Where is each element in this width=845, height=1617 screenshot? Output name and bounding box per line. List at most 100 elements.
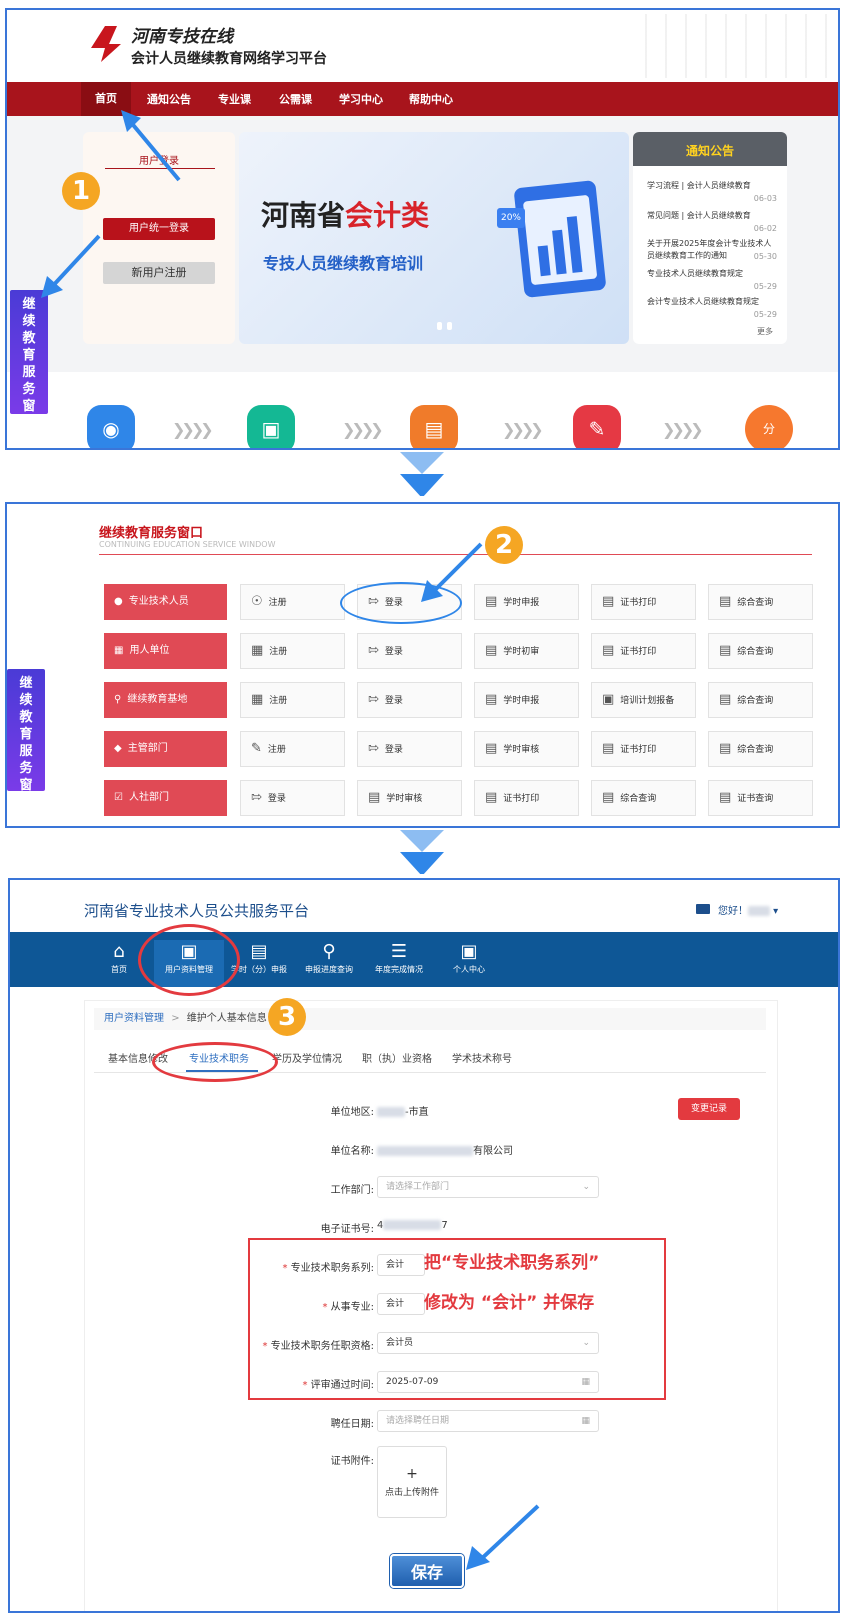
breadcrumb: 用户资料管理 > 维护个人基本信息 [94,1008,766,1030]
tab-qualification[interactable]: 职（执）业资格 [362,1050,432,1065]
nav-professional[interactable]: 专业课 [218,91,251,107]
cell-hours-audit[interactable]: ▤ 学时审核 [474,731,579,767]
chevron-down-icon: ⌄ [582,1182,590,1192]
unified-login-button[interactable]: 用户统一登录 [103,218,215,240]
cell-print-certificate[interactable]: ▤ 证书打印 [591,731,696,767]
notice-item[interactable]: 常见问题 | 会计人员继续教育 [647,210,782,222]
calligraphy-decoration [627,14,832,78]
upload-attachment-box[interactable]: + 点击上传附件 [377,1446,447,1518]
building-icon: ▦ [114,645,124,656]
cell-login[interactable]: ⇰ 登录 [240,780,345,816]
cell-register[interactable]: ▦ 注册 [240,633,345,669]
edit-icon: ✎ [251,741,262,756]
logo-title: 河南专技在线 [131,27,233,47]
notice-item[interactable]: 会计专业技术人员继续教育规定 [647,296,782,308]
cell-general-query[interactable]: ▤ 综合查询 [708,633,813,669]
cell-register[interactable]: ☉ 注册 [240,584,345,620]
book-icon[interactable]: ▤ [410,405,458,448]
field-label-certificate-number: 电子证书号: [320,1224,374,1235]
greeting[interactable]: 您好！ ▾ [718,902,778,917]
row-label-education-base[interactable]: ⚲ 继续教育基地 [104,682,227,718]
cell-login[interactable]: ⇰ 登录 [357,682,462,718]
callout-text-line1: 把“专业技术职务系列” [424,1253,600,1273]
user-icon[interactable]: ◉ [87,405,135,448]
cell-hours-audit[interactable]: ▤ 学时审核 [357,780,462,816]
row-label-authority[interactable]: ◆ 主管部门 [104,731,227,767]
cell-general-query[interactable]: ▤ 综合查询 [708,731,813,767]
tab-academic-title[interactable]: 学术技术称号 [452,1050,512,1065]
profile-nav: ⌂ 首页 ▣ 用户资料管理 ▤ 学时（分）申报 ⚲ 申报进度查询 ☰ 年度完成情况 ▣ 个人… [10,932,838,987]
panel-user-profile: 河南省专业技术人员公共服务平台 您好！ ▾ ⌂ 首页 ▣ 用户资料管理 ▤ 学时（分）… [8,878,840,1613]
notice-item[interactable]: 专业技术人员继续教育规定 [647,268,782,280]
notice-card: 通知公告 学习流程 | 会计人员继续教育 06-03 常见问题 | 会计人员继续… [633,132,787,344]
cell-training-plan[interactable]: ▣ 培训计划报备 [591,682,696,718]
department-select[interactable]: 请选择工作部门 ⌄ [377,1176,599,1198]
checklist-icon: ▤ [485,643,498,658]
audit-icon: ▤ [368,790,381,805]
site-logo[interactable] [87,24,123,64]
cell-general-query[interactable]: ▤ 综合查询 [591,780,696,816]
chevrons-icon: ❯❯❯❯ [502,420,544,439]
cell-label: 综合查询 [737,647,774,657]
service-window-side-tab[interactable]: 继续教育服务窗口 [7,669,45,810]
search-document-icon: ▤ [602,790,615,805]
cell-hours-report[interactable]: ▤ 学时申报 [474,682,579,718]
row-label-employer[interactable]: ▦ 用人单位 [104,633,227,669]
row-label-hr-department[interactable]: ☑ 人社部门 [104,780,227,816]
chart-clipboard-illustration [513,180,607,298]
diamond-icon: ◆ [114,743,122,754]
nav-personal-center[interactable]: ▣ 个人中心 [434,940,504,975]
cell-register[interactable]: ✎ 注册 [240,731,345,767]
nav-progress-query[interactable]: ⚲ 申报进度查询 [294,940,364,975]
appointment-date-picker[interactable]: 请选择聘任日期 ▦ [377,1410,599,1432]
side-tab-label: 继续教育服务窗口 [19,676,33,810]
monitor-icon[interactable]: ▣ [247,405,295,448]
cell-label: 证书打印 [620,745,657,755]
certificate-icon: ▤ [602,643,615,658]
cell-print-certificate[interactable]: ▤ 证书打印 [591,584,696,620]
change-record-button[interactable]: 变更记录 [678,1098,740,1120]
nav-notices[interactable]: 通知公告 [147,91,191,107]
banner-dot[interactable] [447,322,452,330]
mail-icon[interactable] [696,904,710,914]
nav-annual-completion[interactable]: ☰ 年度完成情况 [364,940,434,975]
banner-headline-b: 会计类 [345,199,430,232]
service-window-side-tab[interactable]: 继续教育服务窗口 [10,290,48,431]
certificate-icon[interactable]: ✎ [573,405,621,448]
banner-subline: 专技人员继续教育培训 [263,254,424,273]
notice-date: 05-29 [753,282,777,291]
cell-label: 登录 [384,745,403,755]
cell-print-certificate[interactable]: ▤ 证书打印 [591,633,696,669]
cell-hours-report[interactable]: ▤ 学时申报 [474,584,579,620]
cert-suffix: 7 [441,1220,448,1231]
row-label-text: 人社部门 [128,792,169,803]
cell-label: 注册 [268,598,287,608]
tab-education[interactable]: 学历及学位情况 [272,1050,342,1065]
clipboard-icon: ▤ [719,790,732,805]
breadcrumb-link[interactable]: 用户资料管理 [104,1013,164,1024]
search-icon: ⚲ [114,694,122,705]
save-button[interactable]: 保存 [390,1554,464,1588]
callout-text-line2: 修改为 “会计” 并保存 [424,1293,595,1313]
cell-general-query[interactable]: ▤ 综合查询 [708,682,813,718]
notice-more-link[interactable]: 更多 [757,326,773,337]
cell-print-certificate[interactable]: ▤ 证书打印 [474,780,579,816]
cell-login[interactable]: ⇰ 登录 [357,731,462,767]
banner[interactable]: 河南省会计类 专技人员继续教育培训 20% [239,132,629,344]
banner-dot[interactable] [437,322,442,330]
cell-hours-initial-review[interactable]: ▤ 学时初审 [474,633,579,669]
nav-public-courses[interactable]: 公需课 [279,91,312,107]
cell-certificate-query[interactable]: ▤ 证书查询 [708,780,813,816]
field-label-unit-region: 单位地区: [330,1107,374,1118]
nav-label: 年度完成情况 [375,965,423,974]
nav-learning-center[interactable]: 学习中心 [339,91,383,107]
service-window-subtitle: CONTINUING EDUCATION SERVICE WINDOW [99,540,276,549]
cell-general-query[interactable]: ▤ 综合查询 [708,584,813,620]
register-button[interactable]: 新用户注册 [103,262,215,284]
row-label-professional[interactable]: ● 专业技术人员 [104,584,227,620]
nav-help-center[interactable]: 帮助中心 [409,91,453,107]
notice-item[interactable]: 学习流程 | 会计人员继续教育 [647,180,782,192]
cell-login[interactable]: ⇰ 登录 [357,633,462,669]
cell-register[interactable]: ▦ 注册 [240,682,345,718]
score-icon[interactable]: 分 [745,405,793,448]
